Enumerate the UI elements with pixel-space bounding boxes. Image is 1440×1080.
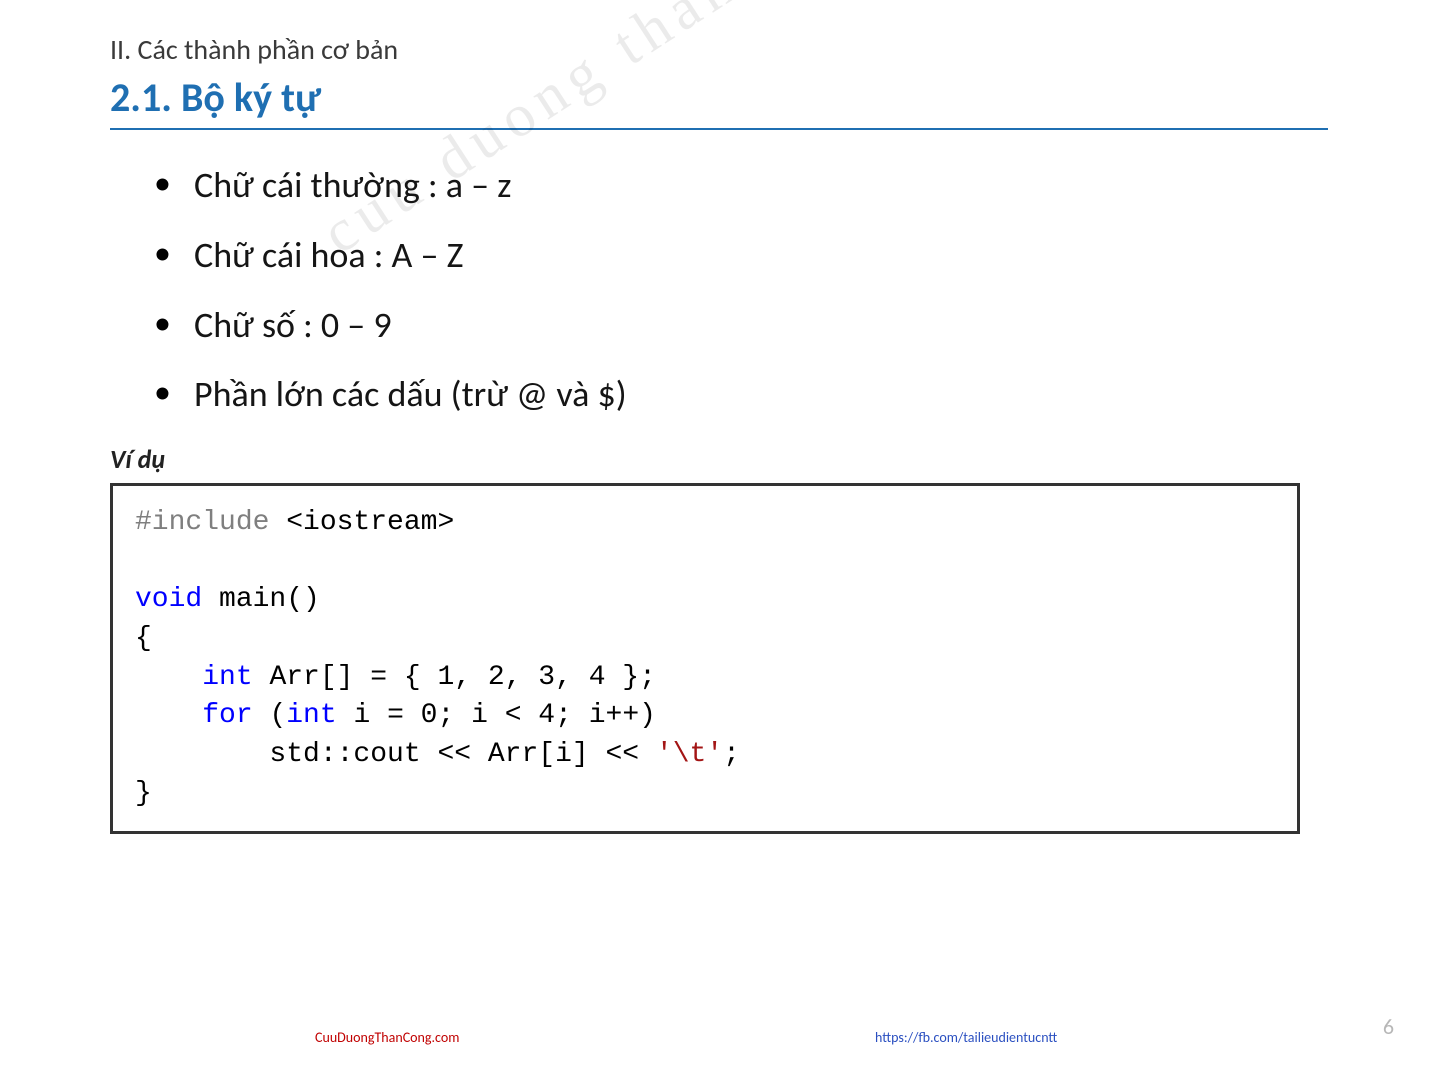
code-indent <box>135 700 202 731</box>
code-example: #include <iostream> void main() { int Ar… <box>110 483 1300 834</box>
code-text: } <box>135 778 152 809</box>
slide: cuu duong than cong . com II. Các thành … <box>0 0 1440 1080</box>
list-item: Chữ cái hoa : A – Z <box>150 228 1330 284</box>
code-text: ( <box>253 700 287 731</box>
code-text: { <box>135 623 152 654</box>
list-item: Chữ cái thường : a – z <box>150 158 1330 214</box>
code-keyword: int <box>202 662 252 693</box>
code-keyword: void <box>135 584 202 615</box>
code-indent <box>135 739 269 770</box>
breadcrumb: II. Các thành phần cơ bản <box>110 32 1330 67</box>
code-text: i = 0; i < 4; i++) <box>337 700 656 731</box>
section-title: 2.1. Bộ ký tự <box>110 73 1328 130</box>
code-text: <iostream> <box>269 507 454 538</box>
bullet-list: Chữ cái thường : a – z Chữ cái hoa : A –… <box>150 158 1330 423</box>
code-text: std::cout << Arr[i] << <box>269 739 655 770</box>
code-char-literal: '\t' <box>656 739 723 770</box>
list-item: Chữ số : 0 – 9 <box>150 298 1330 354</box>
footer-right-link[interactable]: https://fb.com/tailieudientucntt <box>875 1029 1057 1046</box>
example-label: Ví dụ <box>110 443 1330 475</box>
code-text: Arr[] = { 1, 2, 3, 4 }; <box>253 662 656 693</box>
list-item: Phần lớn các dấu (trừ @ và $) <box>150 367 1330 423</box>
code-indent <box>135 662 202 693</box>
footer-left-link[interactable]: CuuDuongThanCong.com <box>315 1029 459 1046</box>
page-number: 6 <box>1383 1013 1394 1040</box>
code-text: ; <box>723 739 740 770</box>
code-keyword: for <box>202 700 252 731</box>
code-text: main() <box>202 584 320 615</box>
code-keyword: int <box>286 700 336 731</box>
code-preprocessor: #include <box>135 507 269 538</box>
